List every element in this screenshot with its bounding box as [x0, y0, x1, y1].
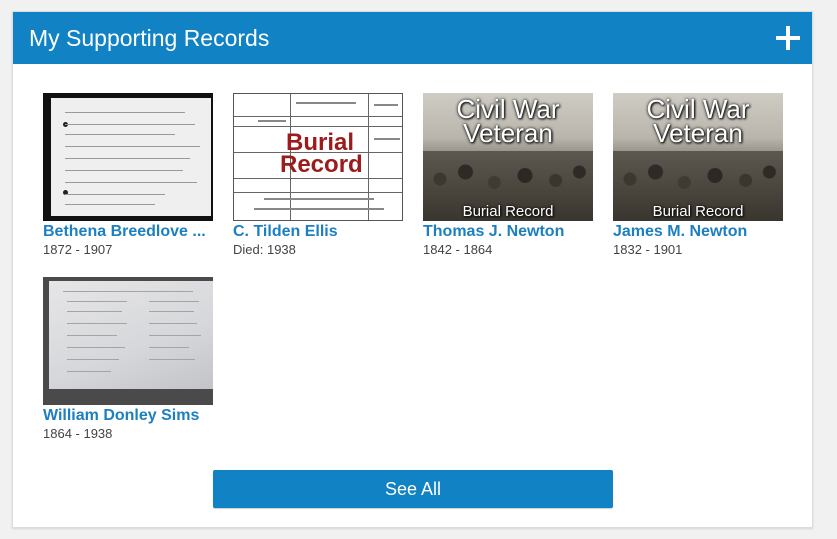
record-thumbnail[interactable]: Civil War Veteran Burial Record: [613, 93, 783, 221]
panel-header: My Supporting Records: [13, 12, 812, 64]
record-dates: 1832 - 1901: [613, 242, 683, 257]
record-name[interactable]: James M. Newton: [613, 222, 783, 241]
record-item: Bethena Breedlove ... 1872 - 1907: [43, 93, 218, 259]
record-thumbnail[interactable]: Burial Record: [233, 93, 403, 221]
burial-record-stamp: Burial Record: [280, 129, 363, 178]
record-item: William Donley Sims 1864 - 1938: [43, 277, 218, 443]
record-item: Civil War Veteran Burial Record James M.…: [613, 93, 788, 259]
thumbnail-title: Civil War Veteran: [456, 94, 560, 148]
add-record-button[interactable]: [776, 26, 800, 50]
thumbnail-title: Civil War Veteran: [646, 94, 750, 148]
record-dates: Died: 1938: [233, 242, 296, 257]
record-item: Burial Record C. Tilden Ellis Died: 1938: [233, 93, 408, 259]
supporting-records-panel: My Supporting Records Bethena Breedlove …: [12, 11, 813, 528]
record-name[interactable]: Bethena Breedlove ...: [43, 222, 213, 241]
record-dates: 1872 - 1907: [43, 242, 113, 257]
thumbnail-caption: Burial Record: [652, 203, 744, 220]
record-name[interactable]: William Donley Sims: [43, 406, 213, 425]
record-dates: 1864 - 1938: [43, 426, 113, 441]
record-thumbnail[interactable]: [43, 93, 213, 221]
record-name[interactable]: Thomas J. Newton: [423, 222, 593, 241]
record-thumbnail[interactable]: Civil War Veteran Burial Record: [423, 93, 593, 221]
thumbnail-caption: Burial Record: [462, 203, 554, 220]
see-all-button[interactable]: See All: [213, 470, 613, 508]
record-item: Civil War Veteran Burial Record Thomas J…: [423, 93, 598, 259]
panel-title: My Supporting Records: [29, 25, 270, 51]
record-dates: 1842 - 1864: [423, 242, 493, 257]
record-thumbnail[interactable]: [43, 277, 213, 405]
record-name[interactable]: C. Tilden Ellis: [233, 222, 403, 241]
